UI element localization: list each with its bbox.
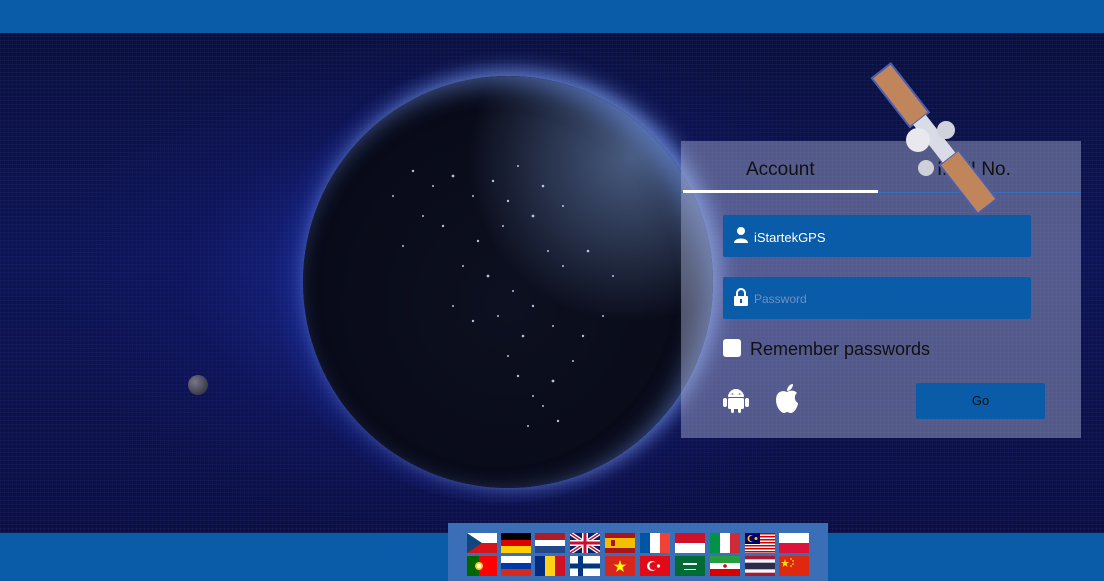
password-placeholder[interactable]: Password <box>754 292 807 306</box>
username-value[interactable]: iStartekGPS <box>754 230 826 245</box>
my-flag[interactable] <box>745 533 775 553</box>
city-lights <box>392 165 614 427</box>
pl-flag[interactable] <box>779 533 809 553</box>
tab-account[interactable]: Account <box>746 159 815 181</box>
satellite-image <box>870 62 999 216</box>
go-button[interactable]: Go <box>916 383 1045 419</box>
android-icon[interactable] <box>722 385 750 413</box>
fi-flag[interactable] <box>570 556 600 576</box>
es-flag[interactable] <box>605 533 635 553</box>
user-icon <box>734 227 748 243</box>
active-tab-indicator <box>683 190 878 193</box>
top-bar <box>0 0 1104 33</box>
gb-flag[interactable] <box>570 533 600 553</box>
remember-label[interactable]: Remember passwords <box>750 339 930 360</box>
language-flags <box>448 523 828 581</box>
de-flag[interactable] <box>501 533 531 553</box>
moon <box>188 375 208 395</box>
pt-flag[interactable] <box>467 556 497 576</box>
th-flag[interactable] <box>745 556 775 576</box>
nl-flag[interactable] <box>535 533 565 553</box>
vn-flag[interactable] <box>605 556 635 576</box>
cz-flag[interactable] <box>467 533 497 553</box>
lock-icon <box>734 288 748 306</box>
sa-flag[interactable] <box>675 556 705 576</box>
username-field[interactable]: iStartekGPS <box>723 215 1031 257</box>
fr-flag[interactable] <box>640 533 670 553</box>
ir-flag[interactable] <box>710 556 740 576</box>
id-flag[interactable] <box>675 533 705 553</box>
it-flag[interactable] <box>710 533 740 553</box>
remember-checkbox[interactable] <box>723 339 741 357</box>
earth-image <box>303 76 713 488</box>
password-field[interactable]: Password <box>723 277 1031 319</box>
apple-icon[interactable] <box>773 383 801 413</box>
cn-flag[interactable] <box>779 556 809 576</box>
ro-flag[interactable] <box>535 556 565 576</box>
ru-flag[interactable] <box>501 556 531 576</box>
tr-flag[interactable] <box>640 556 670 576</box>
